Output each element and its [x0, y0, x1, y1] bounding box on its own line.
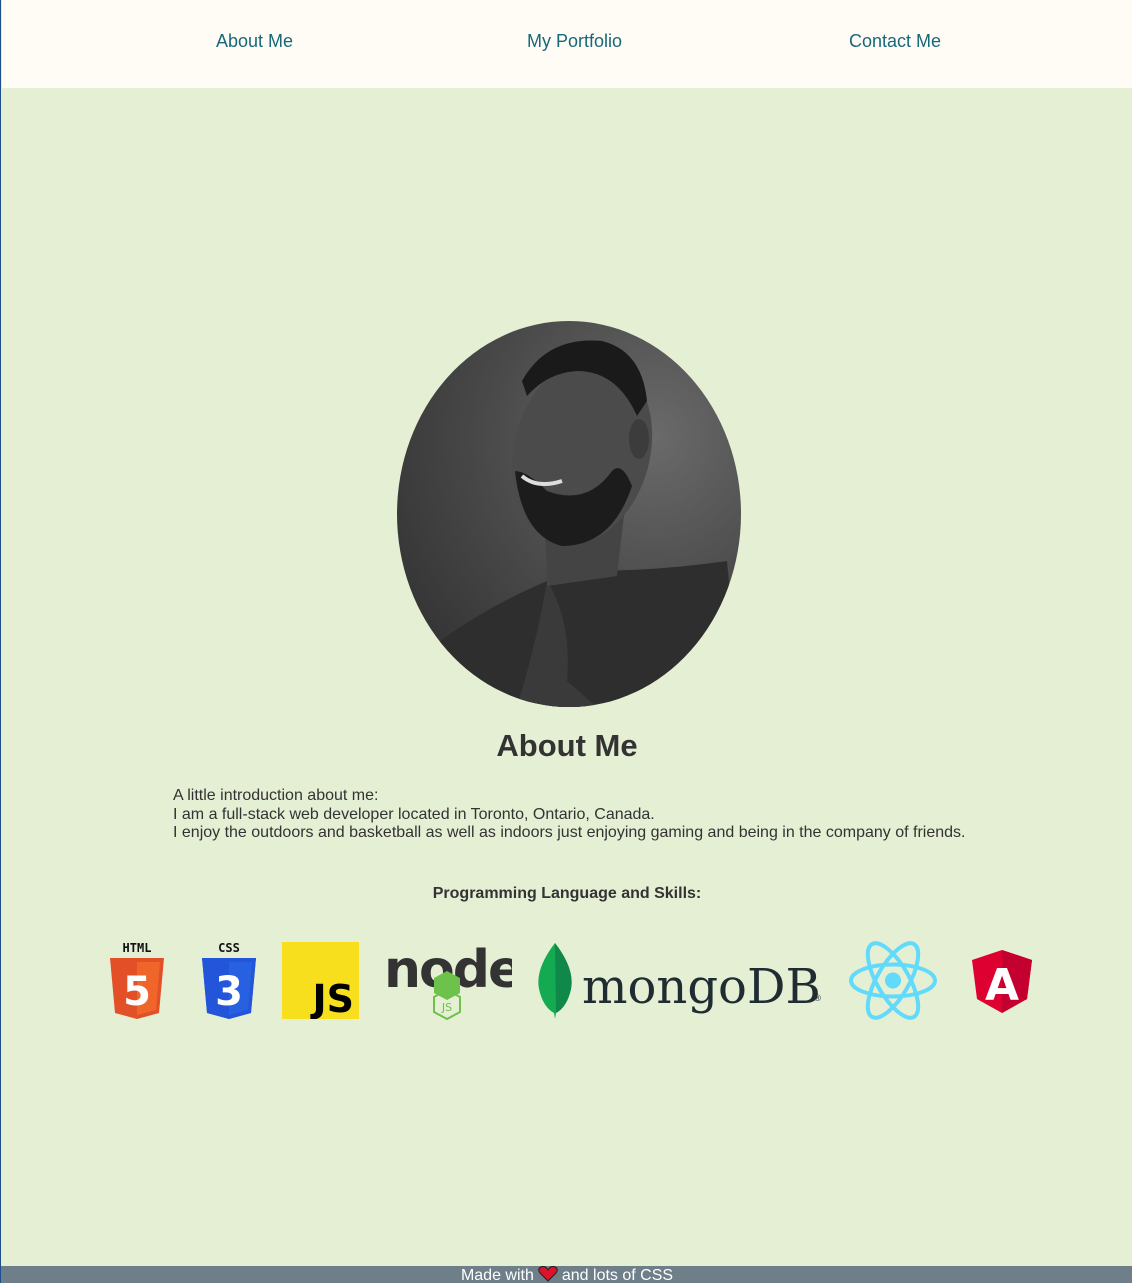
intro-text: A little introduction about me: I am a f…	[173, 787, 966, 843]
heart-icon	[538, 1265, 558, 1283]
intro-line: A little introduction about me:	[173, 787, 379, 804]
footer-text-after: and lots of CSS	[561, 1267, 674, 1283]
intro-line: I am a full-stack web developer located …	[173, 805, 655, 823]
nav-link-about-me[interactable]: About Me	[216, 31, 293, 52]
footer-text-before: Made with	[460, 1267, 534, 1283]
nav-link-my-portfolio[interactable]: My Portfolio	[527, 31, 622, 52]
angular-logo: A	[972, 950, 1032, 1013]
css3-glyph: 3	[215, 969, 243, 1015]
html5-label: HTML	[123, 941, 152, 955]
top-navbar: About Me My Portfolio Contact Me	[2, 0, 1132, 88]
angular-label: A	[985, 960, 1019, 1011]
intro-line: I enjoy the outdoors and basketball as w…	[173, 824, 966, 841]
javascript-logo: JS	[282, 942, 359, 1021]
html5-logo: HTML 5	[109, 941, 165, 1019]
html5-glyph: 5	[123, 969, 151, 1015]
css3-label: CSS	[218, 941, 240, 955]
mongodb-label: mongoDB	[582, 959, 821, 1015]
nodejs-logo: node JS	[384, 940, 523, 1021]
react-logo	[849, 941, 937, 1020]
svg-text:®: ®	[813, 994, 822, 1004]
nav-link-contact-me[interactable]: Contact Me	[849, 31, 941, 52]
javascript-label: JS	[309, 977, 354, 1019]
nodejs-sub-label: JS	[441, 1001, 452, 1014]
mongodb-logo: mongoDB ®	[537, 941, 823, 1021]
about-me-heading: About Me	[496, 728, 638, 763]
css3-logo: CSS 3	[201, 941, 257, 1019]
footer: Made with and lots of CSS	[1, 1265, 1132, 1283]
skills-title: Programming Language and Skills:	[432, 885, 702, 902]
profile-photo	[397, 321, 741, 707]
